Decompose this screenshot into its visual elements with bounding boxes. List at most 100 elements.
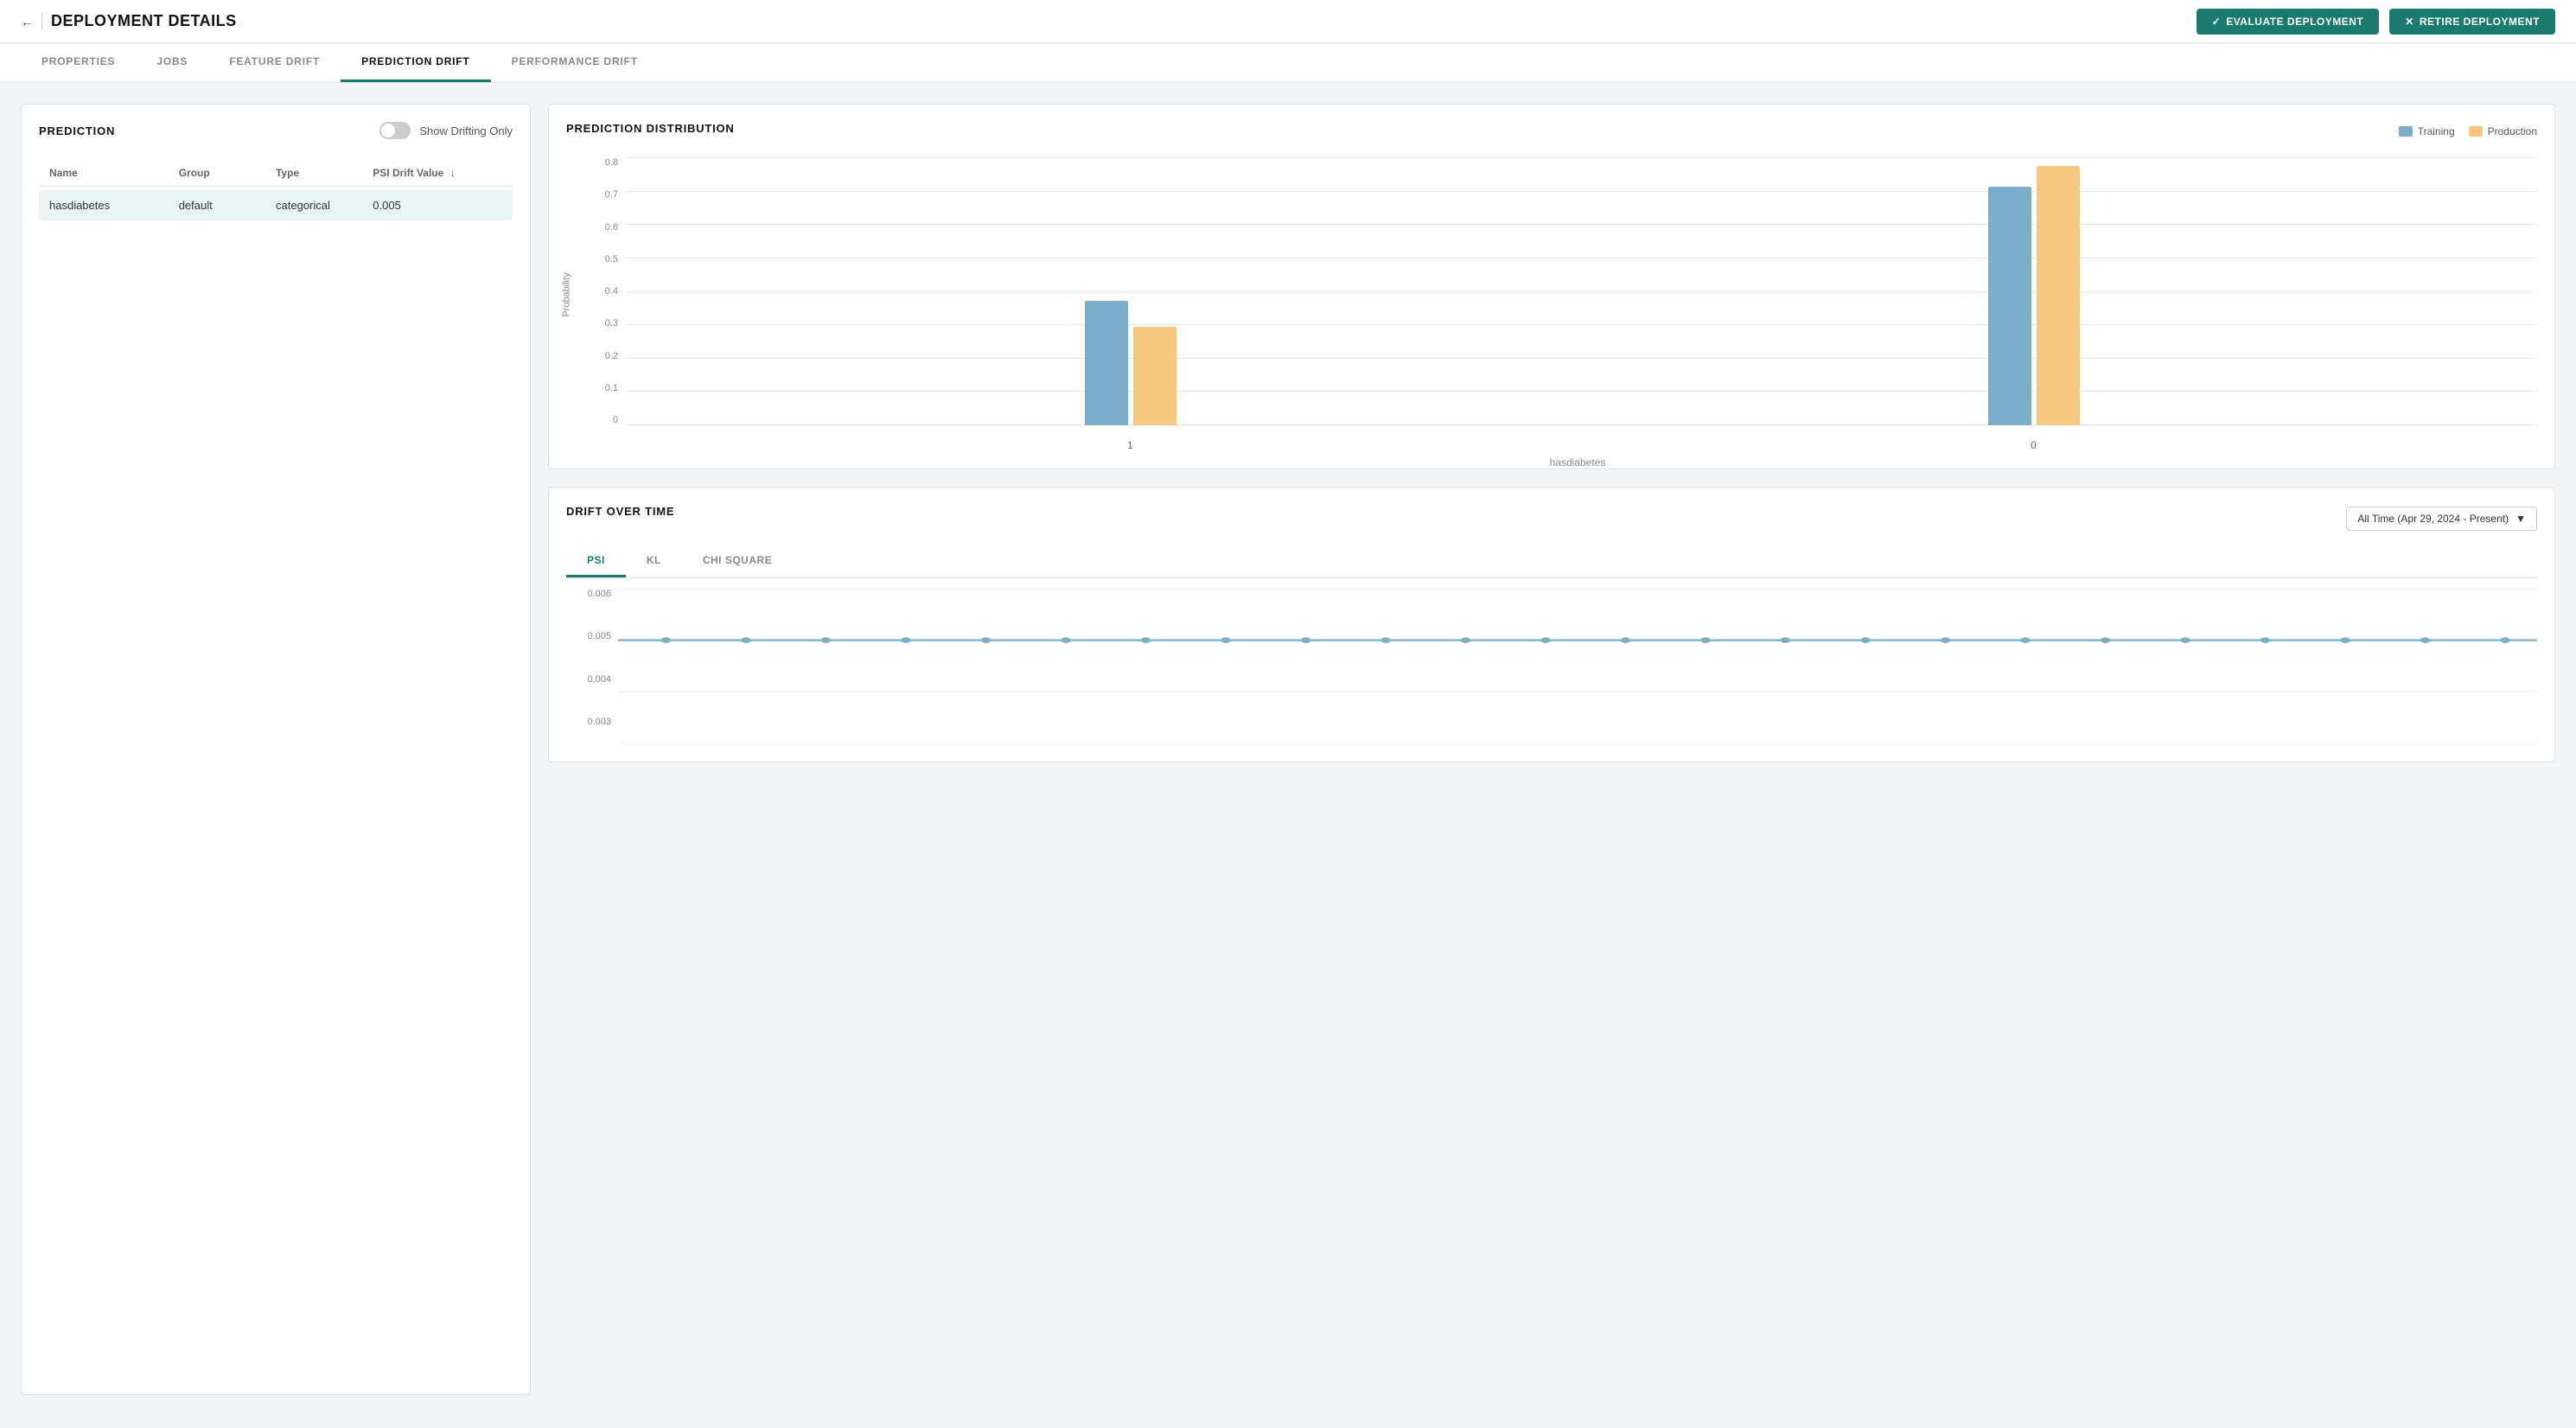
y-label-04: 0.4 [605,286,618,296]
y-axis-title: Probability [562,272,572,316]
drift-tab-chi-square[interactable]: CHI SQUARE [682,545,793,577]
col-group: Group [179,167,276,179]
check-icon: ✓ [2212,16,2222,28]
header-divider [41,13,42,30]
tab-feature-drift[interactable]: FEATURE DRIFT [208,43,341,82]
line-chart-svg [618,589,2537,744]
drift-y-label-005: 0.005 [587,631,611,641]
line-dot [661,637,671,643]
line-dot [1941,637,1950,643]
drift-metric-tabs: PSI KL CHI SQUARE [566,545,2537,578]
drift-y-label-004: 0.004 [587,674,611,685]
bar-pair-1 [1085,301,1176,425]
y-label-03: 0.3 [605,318,618,328]
y-label-08: 0.8 [605,157,618,168]
drift-title: DRIFT OVER TIME [566,505,674,518]
back-button[interactable]: ← [21,15,33,29]
bar-production-1 [1133,327,1176,425]
line-dot [901,637,910,643]
line-dot [1860,637,1870,643]
y-axis: 0.8 0.7 0.6 0.5 0.4 0.3 0.2 0.1 0 [583,157,627,451]
legend-training: Training [2399,125,2455,137]
line-dot [2020,637,2030,643]
retire-deployment-button[interactable]: ✕ RETIRE DEPLOYMENT [2389,9,2555,35]
y-label-02: 0.2 [605,351,618,361]
line-dot [1540,637,1550,643]
bar-chart-container: Probability 0.8 0.7 0.6 0.5 0.4 0.3 0.2 … [566,157,2537,451]
cell-name: hasdiabetes [49,199,179,212]
col-name: Name [49,167,179,179]
line-dot [1380,637,1390,643]
drift-header: DRIFT OVER TIME All Time (Apr 29, 2024 -… [566,505,2537,532]
line-dot [821,637,831,643]
legend-production: Production [2469,125,2537,137]
legend-production-label: Production [2488,125,2537,137]
y-label-00: 0 [613,415,618,425]
drift-over-time-section: DRIFT OVER TIME All Time (Apr 29, 2024 -… [548,487,2555,762]
table-header: Name Group Type PSI Drift Value ↓ [39,160,513,187]
prediction-panel: PREDICTION Show Drifting Only Name Group… [21,104,531,1395]
evaluate-deployment-button[interactable]: ✓ EVALUATE DEPLOYMENT [2197,9,2380,35]
line-dot [2500,637,2509,643]
drift-tab-kl[interactable]: KL [626,545,682,577]
line-dot [2340,637,2350,643]
x-axis-title: hasdiabetes [618,456,2537,469]
chevron-down-icon: ▼ [2515,513,2526,525]
y-label-05: 0.5 [605,254,618,265]
bar-group-1 [1085,301,1176,425]
col-type: Type [276,167,373,179]
chart-legend: Training Production [2399,125,2537,137]
line-chart-area [618,589,2537,744]
cell-type: categorical [276,199,373,212]
prediction-title: PREDICTION [39,124,115,137]
chart-area: 1 0 [627,157,2537,451]
line-dot [2260,637,2270,643]
distribution-chart-section: PREDICTION DISTRIBUTION Training Product… [548,104,2555,469]
y-label-01: 0.1 [605,383,618,393]
drifting-only-toggle[interactable] [379,122,411,139]
x-label-1: 1 [1081,439,1181,451]
line-dot [2180,637,2190,643]
tab-performance-drift[interactable]: PERFORMANCE DRIFT [491,43,659,82]
tab-properties[interactable]: PROPERTIES [21,43,136,82]
page-title: DEPLOYMENT DETAILS [51,12,237,30]
prediction-panel-header: PREDICTION Show Drifting Only [39,122,513,153]
bar-production-0 [2037,166,2080,425]
line-dot [1781,637,1790,643]
line-dot [1221,637,1230,643]
bar-pair-0 [1988,166,2080,425]
drift-tab-psi[interactable]: PSI [566,545,626,577]
right-panel: PREDICTION DISTRIBUTION Training Product… [548,104,2555,1395]
line-chart-container: 0.006 0.005 0.004 0.003 [566,589,2537,744]
cell-group: default [179,199,276,212]
close-circle-icon: ✕ [2405,16,2414,28]
header-actions: ✓ EVALUATE DEPLOYMENT ✕ RETIRE DEPLOYMEN… [2197,9,2555,35]
line-dot [1141,637,1151,643]
line-dot [741,637,750,643]
table-row[interactable]: hasdiabetes default categorical 0.005 [39,190,513,220]
col-psi: PSI Drift Value ↓ [373,167,502,179]
line-dot [981,637,991,643]
header: ← DEPLOYMENT DETAILS ✓ EVALUATE DEPLOYME… [0,0,2576,43]
main-tabs: PROPERTIES JOBS FEATURE DRIFT PREDICTION… [0,43,2576,83]
line-dot [2420,637,2430,643]
y-label-07: 0.7 [605,189,618,200]
line-dot [2101,637,2110,643]
bar-training-0 [1988,187,2031,425]
drift-y-label-003: 0.003 [587,717,611,727]
legend-training-label: Training [2418,125,2455,137]
time-filter-select[interactable]: All Time (Apr 29, 2024 - Present) ▼ [2346,507,2537,531]
toggle-slider [379,122,411,139]
cell-psi: 0.005 [373,199,502,212]
distribution-title: PREDICTION DISTRIBUTION [566,122,735,135]
toggle-label: Show Drifting Only [419,124,513,137]
x-labels: 1 0 [627,439,2537,451]
legend-production-box [2469,126,2483,137]
sort-icon: ↓ [450,167,456,179]
line-dot [1621,637,1630,643]
main-content: PREDICTION Show Drifting Only Name Group… [0,83,2576,1416]
line-dot [1061,637,1070,643]
tab-prediction-drift[interactable]: PREDICTION DRIFT [341,43,490,82]
header-left: ← DEPLOYMENT DETAILS [21,12,237,30]
tab-jobs[interactable]: JOBS [136,43,208,82]
